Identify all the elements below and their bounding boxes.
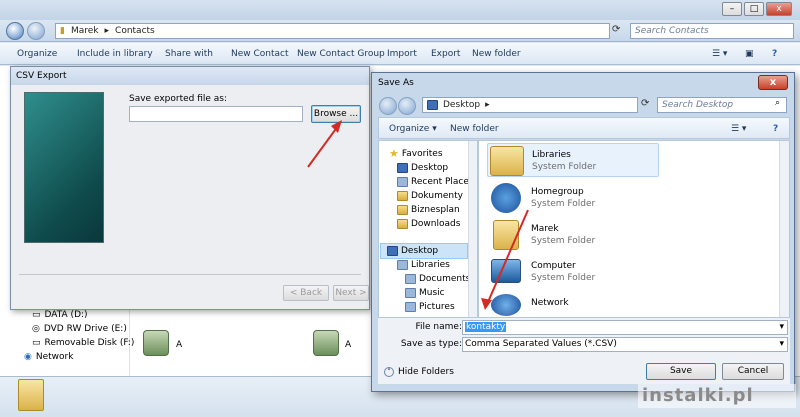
arrow-to-filename xyxy=(481,209,529,310)
annotation-arrows xyxy=(307,120,529,310)
arrow-to-browse xyxy=(307,120,342,168)
watermark-logo: instalki.pl xyxy=(638,384,796,408)
